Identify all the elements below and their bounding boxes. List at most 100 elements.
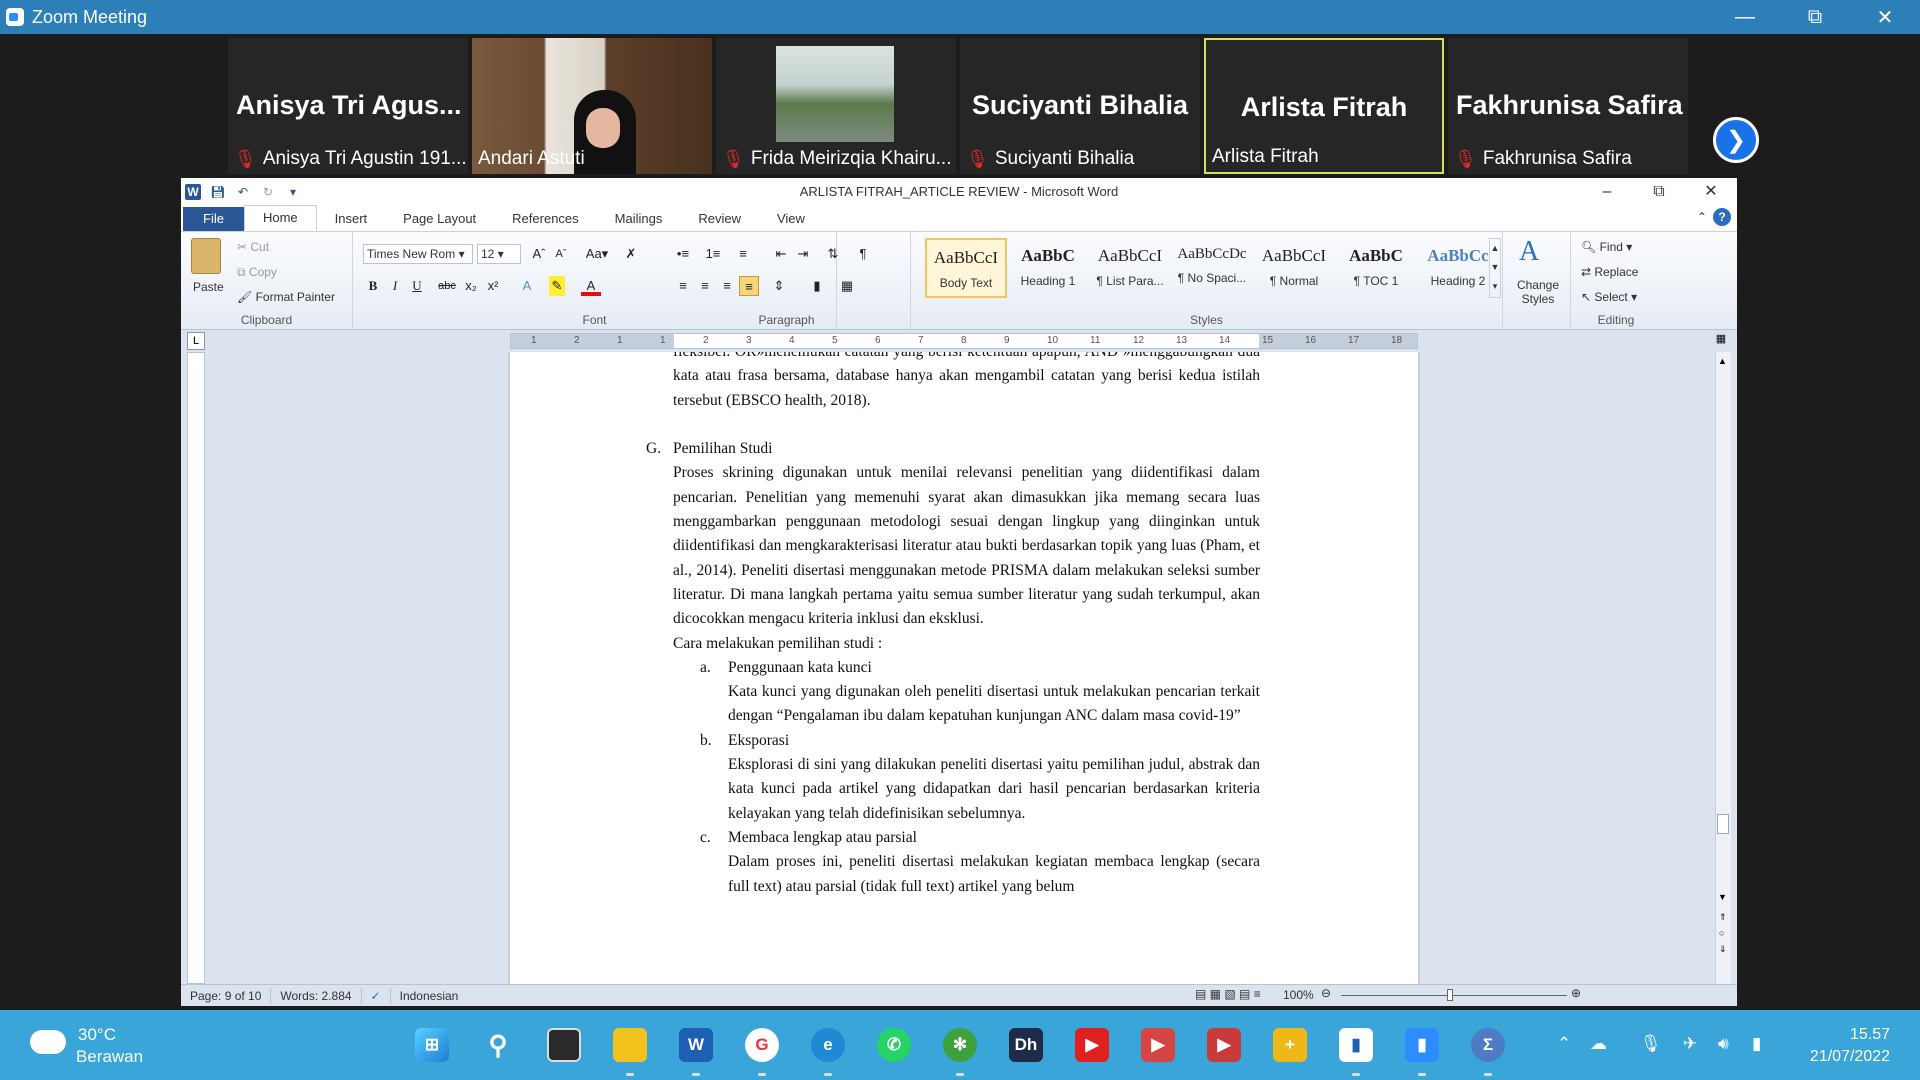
battery-icon[interactable]: ▮ bbox=[1752, 1034, 1761, 1054]
shading-icon[interactable]: ▮ bbox=[807, 276, 827, 296]
word-minimize-button[interactable]: – bbox=[1581, 178, 1633, 206]
app-plus-icon[interactable]: + bbox=[1273, 1028, 1307, 1062]
tab-page-layout[interactable]: Page Layout bbox=[385, 207, 494, 231]
participant-tile[interactable]: Andari Astuti bbox=[472, 38, 712, 174]
view-buttons[interactable]: ▤ ▦ ▧ ▤ ≡ bbox=[1195, 987, 1261, 1001]
search-icon[interactable]: ⚲ bbox=[481, 1028, 515, 1062]
paste-icon[interactable] bbox=[191, 238, 221, 274]
language-indicator[interactable]: Indonesian bbox=[391, 988, 468, 1004]
participant-tile[interactable]: Anisya Tri Agus... 🎙︎ Anisya Tri Agustin … bbox=[228, 38, 468, 174]
style-body-text[interactable]: AaBbCcI Body Text bbox=[925, 238, 1007, 298]
zoom-icon[interactable]: ▮ bbox=[1405, 1028, 1439, 1062]
task-view-icon[interactable] bbox=[547, 1028, 581, 1062]
select-browse-object-icon[interactable]: ○ bbox=[1719, 928, 1724, 938]
multilevel-list-icon[interactable]: ≡ bbox=[733, 244, 753, 264]
tab-home[interactable]: Home bbox=[243, 205, 317, 231]
font-name-combo[interactable]: Times New Rom ▾ bbox=[363, 244, 473, 264]
style-heading-1[interactable]: AaBbC Heading 1 bbox=[1007, 238, 1089, 298]
show-hidden-icons[interactable]: ⌃ bbox=[1557, 1034, 1571, 1054]
numbering-icon[interactable]: 1≡ bbox=[703, 244, 723, 264]
volume-icon[interactable]: 🔊︎ bbox=[1718, 1034, 1729, 1054]
bold-button[interactable]: B bbox=[363, 276, 383, 296]
strikethrough-button[interactable]: abc bbox=[437, 276, 457, 296]
line-spacing-icon[interactable]: ⇕ bbox=[769, 276, 789, 296]
tab-review[interactable]: Review bbox=[680, 207, 759, 231]
start-icon[interactable]: ⊞ bbox=[415, 1028, 449, 1062]
change-case-icon[interactable]: Aa▾ bbox=[583, 244, 611, 264]
change-styles-icon[interactable]: A bbox=[1519, 236, 1539, 268]
show-formatting-icon[interactable]: ¶ bbox=[853, 244, 873, 264]
tab-insert[interactable]: Insert bbox=[317, 207, 386, 231]
tab-references[interactable]: References bbox=[494, 207, 596, 231]
scroll-thumb[interactable] bbox=[1717, 814, 1729, 834]
onedrive-icon[interactable]: ☁ bbox=[1590, 1034, 1607, 1054]
change-styles-button[interactable]: Change Styles bbox=[1515, 278, 1561, 306]
subscript-button[interactable]: x₂ bbox=[461, 276, 481, 296]
word-icon[interactable]: W bbox=[679, 1028, 713, 1062]
vertical-ruler[interactable] bbox=[187, 352, 205, 984]
video-player-icon[interactable]: ▶ bbox=[1141, 1028, 1175, 1062]
restore-button[interactable]: ⧉ bbox=[1780, 0, 1850, 34]
underline-button[interactable]: U bbox=[407, 276, 427, 296]
zoom-in-icon[interactable]: ⊕ bbox=[1571, 986, 1581, 1000]
minimize-ribbon-icon[interactable]: ⌃ bbox=[1697, 210, 1707, 224]
justify-icon[interactable]: ≡ bbox=[739, 276, 759, 296]
paste-button[interactable]: Paste bbox=[193, 280, 224, 294]
edge-icon[interactable]: e bbox=[811, 1028, 845, 1062]
tab-mailings[interactable]: Mailings bbox=[597, 207, 681, 231]
microphone-icon[interactable]: 🎙︎ bbox=[1640, 1034, 1662, 1054]
shrink-font-icon[interactable]: Aˇ bbox=[551, 244, 571, 264]
text-effects-icon[interactable]: A bbox=[517, 276, 537, 296]
select-button[interactable]: ↖ Select ▾ bbox=[1581, 290, 1637, 304]
minimize-button[interactable]: — bbox=[1710, 0, 1780, 34]
help-icon[interactable]: ? bbox=[1713, 208, 1731, 226]
italic-button[interactable]: I bbox=[385, 276, 405, 296]
copy-button[interactable]: ⧉ Copy bbox=[237, 265, 277, 280]
style-list-paragraph[interactable]: AaBbCcI ¶ List Para... bbox=[1089, 238, 1171, 298]
clock[interactable]: 15.57 21/07/2022 bbox=[1810, 1024, 1890, 1068]
bullets-icon[interactable]: •≡ bbox=[673, 244, 693, 264]
borders-icon[interactable]: ▦ bbox=[837, 276, 857, 296]
previous-page-icon[interactable]: ⇑ bbox=[1719, 912, 1727, 923]
document-page[interactable]: fleksibel. OR»menemukan catatan yang ber… bbox=[510, 352, 1418, 984]
next-page-icon[interactable]: ⇓ bbox=[1719, 944, 1727, 955]
font-size-combo[interactable]: 12 ▾ bbox=[477, 244, 521, 264]
style-toc-1[interactable]: AaBbC ¶ TOC 1 bbox=[1335, 238, 1417, 298]
file-explorer-icon[interactable] bbox=[613, 1028, 647, 1062]
find-button[interactable]: 🔍︎ Find ▾ bbox=[1581, 240, 1632, 254]
zoom-slider[interactable] bbox=[1341, 995, 1567, 996]
word-restore-button[interactable]: ⧉ bbox=[1633, 178, 1685, 206]
style-heading-2[interactable]: AaBbCc Heading 2 bbox=[1417, 238, 1499, 298]
word-count[interactable]: Words: 2.884 bbox=[271, 987, 362, 1004]
view-ruler-icon[interactable]: ▦ bbox=[1713, 332, 1729, 350]
notes-icon[interactable]: ▮ bbox=[1339, 1028, 1373, 1062]
youtube-icon[interactable]: ▶ bbox=[1075, 1028, 1109, 1062]
participant-tile[interactable]: Suciyanti Bihalia 🎙︎ Suciyanti Bihalia bbox=[960, 38, 1200, 174]
font-color-icon[interactable]: A bbox=[581, 276, 601, 296]
vertical-scrollbar[interactable]: ▲ ▼ ⇑ ○ ⇓ bbox=[1715, 352, 1731, 984]
app-dh-icon[interactable]: Dh bbox=[1009, 1028, 1043, 1062]
cut-button[interactable]: ✂ Cut bbox=[237, 240, 269, 254]
highlight-color-icon[interactable]: ✎ bbox=[549, 276, 565, 296]
whatsapp-icon[interactable]: ✆ bbox=[877, 1028, 911, 1062]
tab-selector-icon[interactable]: L bbox=[187, 332, 205, 350]
styles-scroll[interactable]: ▲ ▼ ▾ bbox=[1489, 238, 1501, 298]
airplane-mode-icon[interactable]: ✈ bbox=[1683, 1034, 1697, 1054]
clear-formatting-icon[interactable]: ✗ bbox=[621, 244, 641, 264]
zoom-slider-thumb[interactable] bbox=[1447, 989, 1453, 1001]
replace-button[interactable]: ⇄ Replace bbox=[1581, 265, 1638, 279]
word-close-button[interactable]: ✕ bbox=[1685, 178, 1737, 206]
participant-tile[interactable]: Fakhrunisa Safira 🎙︎ Fakhrunisa Safira bbox=[1448, 38, 1688, 174]
math-app-icon[interactable]: Σ bbox=[1471, 1028, 1505, 1062]
horizontal-ruler[interactable]: 1 2 1 1 2 3 4 5 6 7 8 9 10 11 12 13 14 15 16 17 18 bbox=[510, 333, 1418, 349]
increase-indent-icon[interactable]: ⇥ bbox=[793, 244, 813, 264]
participant-tile-active-speaker[interactable]: Arlista Fitrah Arlista Fitrah bbox=[1204, 38, 1444, 174]
zoom-out-icon[interactable]: ⊖ bbox=[1321, 986, 1331, 1000]
document-body[interactable]: fleksibel. OR»menemukan catatan yang ber… bbox=[646, 352, 1260, 899]
weather-widget[interactable]: 30°C Berawan bbox=[30, 1024, 143, 1068]
chrome-icon[interactable]: G bbox=[745, 1028, 779, 1062]
format-painter-button[interactable]: 🖌 Format Painter bbox=[237, 290, 335, 304]
style-normal[interactable]: AaBbCcI ¶ Normal bbox=[1253, 238, 1335, 298]
tab-view[interactable]: View bbox=[759, 207, 823, 231]
zoom-level[interactable]: 100% bbox=[1283, 988, 1314, 1002]
